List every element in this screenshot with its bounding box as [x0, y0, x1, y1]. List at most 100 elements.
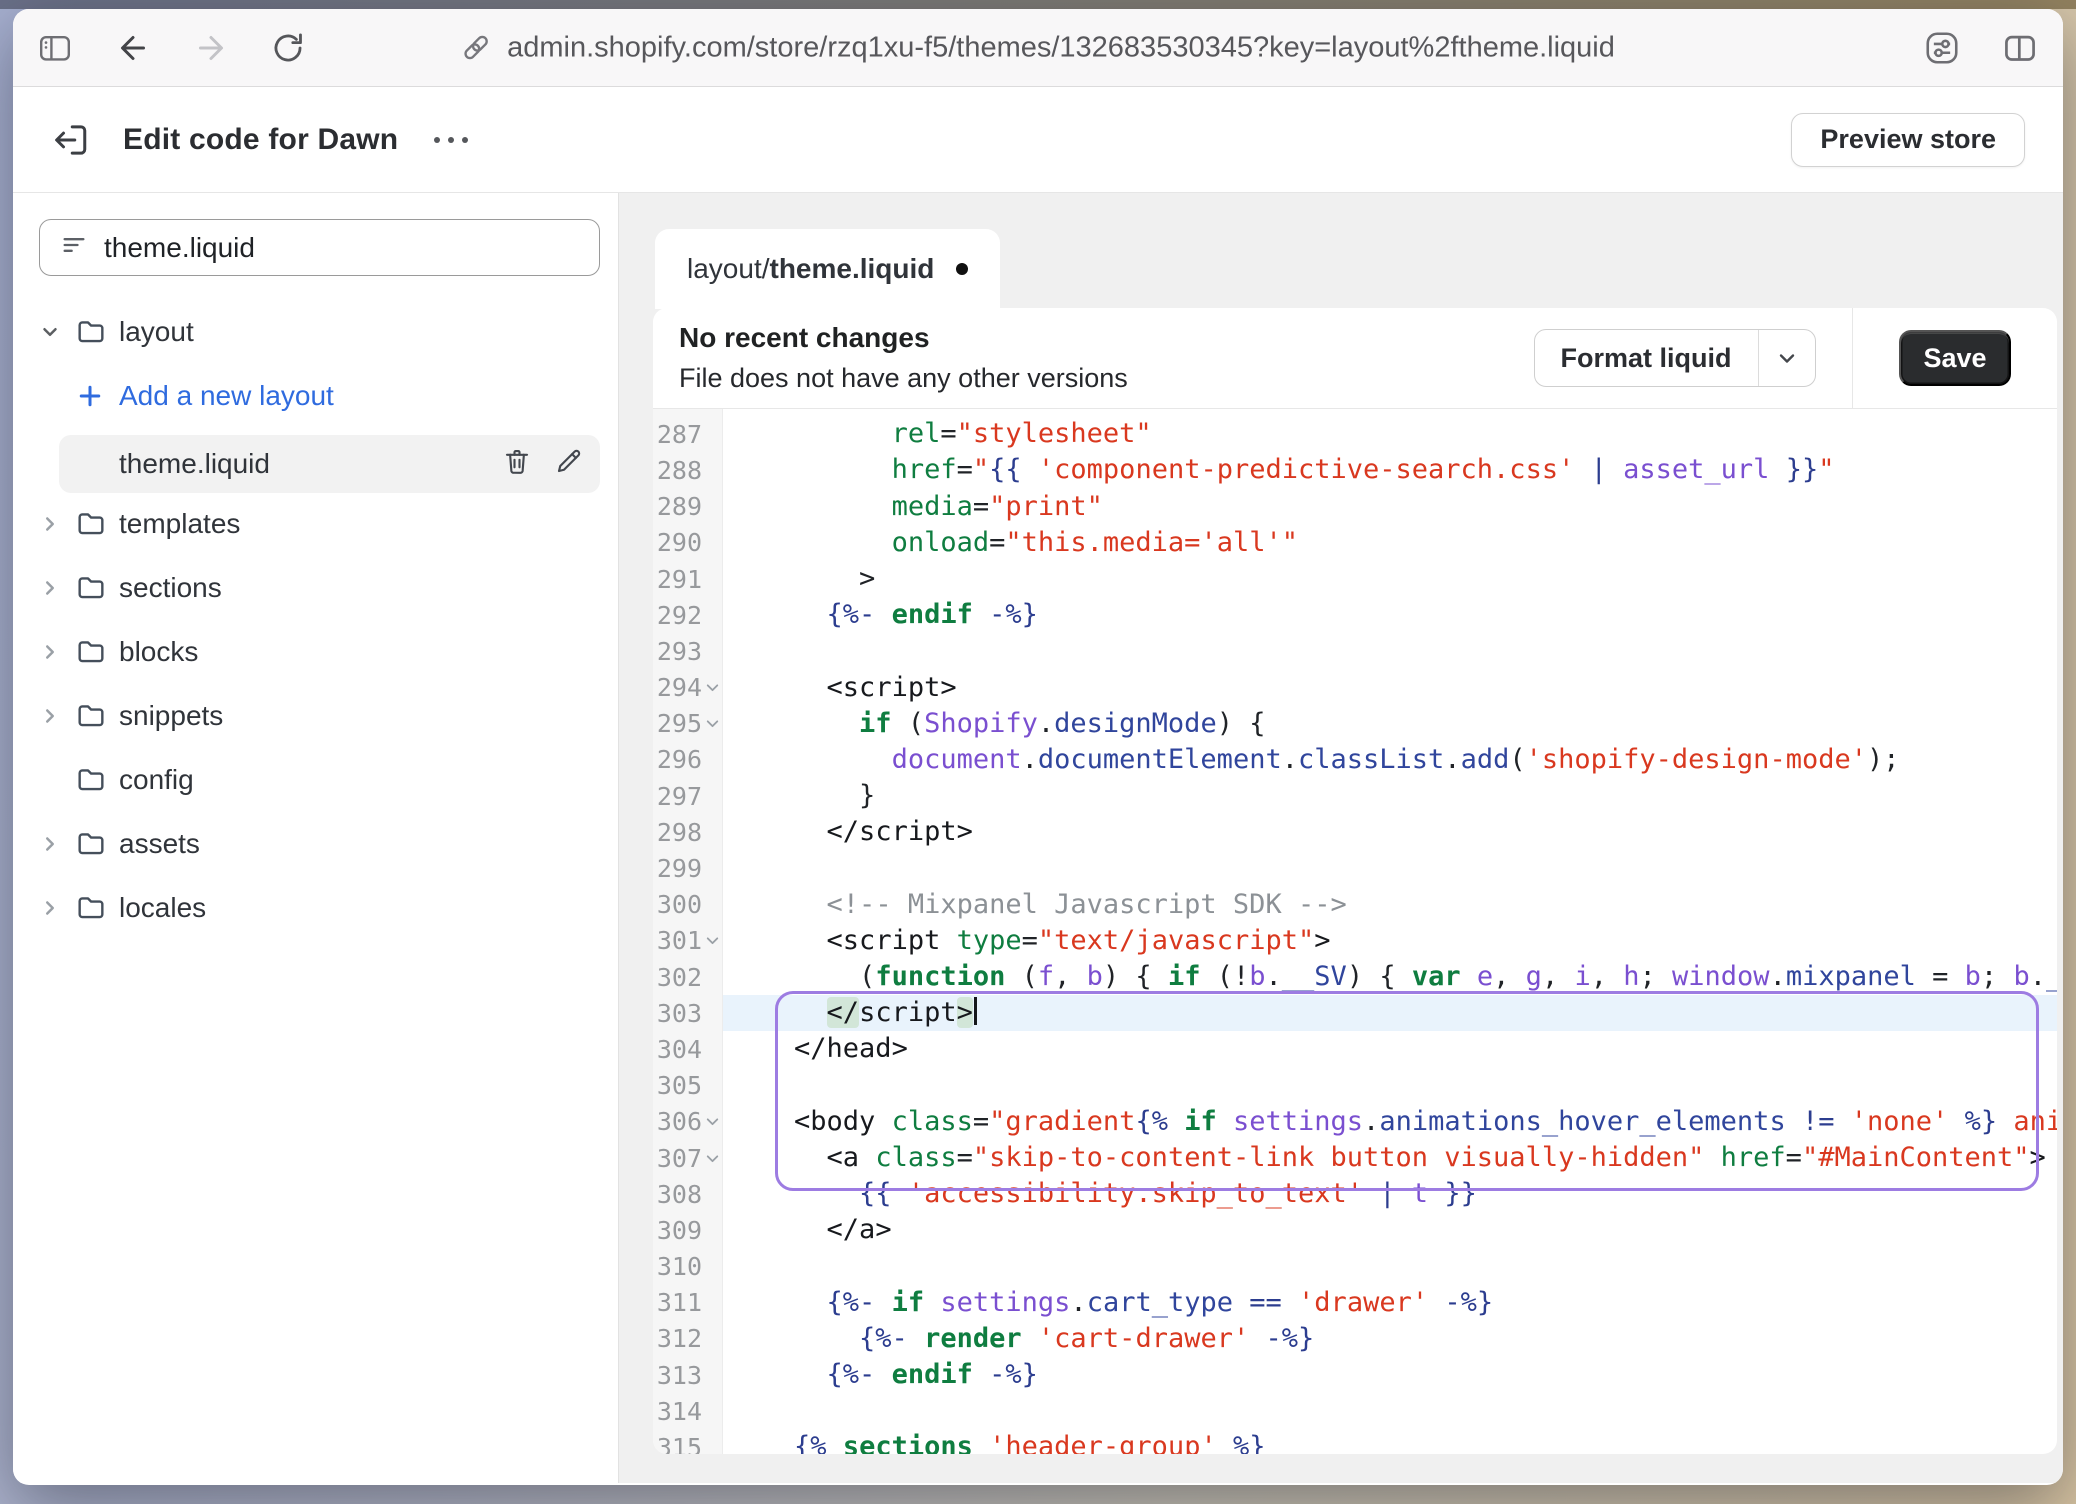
- sidebar-item-blocks[interactable]: blocks: [39, 627, 600, 677]
- file-search-input[interactable]: theme.liquid: [39, 219, 600, 276]
- trash-icon[interactable]: [502, 446, 532, 483]
- code-line-292[interactable]: 292 {%- endif -%}: [653, 597, 2057, 633]
- format-options-button[interactable]: [1758, 330, 1815, 386]
- code-line-294[interactable]: 294 <script>: [653, 670, 2057, 706]
- more-icon[interactable]: [424, 127, 478, 153]
- code-line-298[interactable]: 298 </script>: [653, 814, 2057, 850]
- sidebar-item-templates[interactable]: templates: [39, 499, 600, 549]
- code-line-289[interactable]: 289 media="print": [653, 489, 2057, 525]
- reload-icon[interactable]: [271, 31, 305, 65]
- exit-icon[interactable]: [51, 120, 91, 160]
- code-text[interactable]: <script type="text/javascript">: [723, 923, 2057, 959]
- chevron-right-icon[interactable]: [39, 641, 75, 663]
- code-text[interactable]: {%- endif -%}: [723, 597, 2057, 633]
- code-text[interactable]: </a>: [723, 1212, 2057, 1248]
- code-line-300[interactable]: 300 <!-- Mixpanel Javascript SDK -->: [653, 887, 2057, 923]
- fold-toggle-icon[interactable]: [702, 706, 722, 742]
- back-icon[interactable]: [115, 30, 151, 66]
- pencil-icon[interactable]: [554, 446, 584, 483]
- code-line-307[interactable]: 307 <a class="skip-to-content-link butto…: [653, 1140, 2057, 1176]
- code-text[interactable]: {{ 'accessibility.skip_to_text' | t }}: [723, 1176, 2057, 1212]
- address-bar[interactable]: admin.shopify.com/store/rzq1xu-f5/themes…: [461, 31, 1615, 64]
- code-text[interactable]: {%- endif -%}: [723, 1357, 2057, 1393]
- code-text[interactable]: document.documentElement.classList.add('…: [723, 742, 2057, 778]
- code-text[interactable]: [723, 1068, 2057, 1104]
- code-text[interactable]: rel="stylesheet": [723, 416, 2057, 452]
- code-line-310[interactable]: 310: [653, 1249, 2057, 1285]
- code-line-306[interactable]: 306 <body class="gradient{% if settings.…: [653, 1104, 2057, 1140]
- chevron-right-icon[interactable]: [39, 897, 75, 919]
- code-line-313[interactable]: 313 {%- endif -%}: [653, 1357, 2057, 1393]
- code-line-312[interactable]: 312 {%- render 'cart-drawer' -%}: [653, 1321, 2057, 1357]
- code-text[interactable]: [723, 633, 2057, 669]
- code-text[interactable]: <script>: [723, 670, 2057, 706]
- sidebar-item-locales[interactable]: locales: [39, 883, 600, 933]
- sidebar-item-config[interactable]: config: [39, 755, 600, 805]
- code-line-304[interactable]: 304 </head>: [653, 1031, 2057, 1067]
- code-text[interactable]: media="print": [723, 489, 2057, 525]
- code-line-299[interactable]: 299: [653, 850, 2057, 886]
- chevron-down-icon[interactable]: [39, 321, 75, 343]
- format-liquid-button[interactable]: Format liquid: [1534, 329, 1816, 387]
- code-line-302[interactable]: 302 (function (f, b) { if (!b.__SV) { va…: [653, 959, 2057, 995]
- code-line-303[interactable]: 303 </script>: [653, 995, 2057, 1031]
- sidebar-toggle-icon[interactable]: [37, 30, 73, 66]
- sidebar-item-assets[interactable]: assets: [39, 819, 600, 869]
- forward-icon[interactable]: [193, 30, 229, 66]
- code-text[interactable]: {% sections 'header-group' %}: [723, 1429, 2057, 1454]
- code-text[interactable]: <link: [723, 409, 2057, 416]
- code-line-311[interactable]: 311 {%- if settings.cart_type == 'drawer…: [653, 1285, 2057, 1321]
- preview-store-button[interactable]: Preview store: [1791, 113, 2025, 167]
- code-line-296[interactable]: 296 document.documentElement.classList.a…: [653, 742, 2057, 778]
- sidebar-item-theme-liquid[interactable]: theme.liquid: [59, 435, 600, 493]
- code-text[interactable]: (function (f, b) { if (!b.__SV) { var e,…: [723, 959, 2057, 995]
- code-text[interactable]: >: [723, 561, 2057, 597]
- code-line-291[interactable]: 291 >: [653, 561, 2057, 597]
- code-text[interactable]: </script>: [723, 995, 2057, 1031]
- code-text[interactable]: <!-- Mixpanel Javascript SDK -->: [723, 887, 2057, 923]
- fold-toggle-icon[interactable]: [702, 1104, 722, 1140]
- fold-toggle-icon[interactable]: [702, 1140, 722, 1176]
- save-button[interactable]: Save: [1899, 330, 2011, 386]
- code-editor[interactable]: 286 <link287 rel="stylesheet"288 href="{…: [653, 409, 2057, 1454]
- code-text[interactable]: </head>: [723, 1031, 2057, 1067]
- code-line-287[interactable]: 287 rel="stylesheet": [653, 416, 2057, 452]
- split-view-icon[interactable]: [2001, 29, 2039, 67]
- tab-theme-liquid[interactable]: layout/theme.liquid: [655, 229, 1000, 309]
- code-line-290[interactable]: 290 onload="this.media='all'": [653, 525, 2057, 561]
- chevron-right-icon[interactable]: [39, 705, 75, 727]
- code-line-288[interactable]: 288 href="{{ 'component-predictive-searc…: [653, 452, 2057, 488]
- code-text[interactable]: href="{{ 'component-predictive-search.cs…: [723, 452, 2057, 488]
- code-text[interactable]: [723, 850, 2057, 886]
- code-line-315[interactable]: 315 {% sections 'header-group' %}: [653, 1429, 2057, 1454]
- sidebar-item-sections[interactable]: sections: [39, 563, 600, 613]
- code-text[interactable]: {%- if settings.cart_type == 'drawer' -%…: [723, 1285, 2057, 1321]
- code-text[interactable]: {%- render 'cart-drawer' -%}: [723, 1321, 2057, 1357]
- code-text[interactable]: <body class="gradient{% if settings.anim…: [723, 1104, 2057, 1140]
- chevron-right-icon[interactable]: [39, 513, 75, 535]
- chevron-right-icon[interactable]: [39, 577, 75, 599]
- fold-toggle-icon[interactable]: [702, 923, 722, 959]
- code-line-293[interactable]: 293: [653, 633, 2057, 669]
- code-text[interactable]: </script>: [723, 814, 2057, 850]
- code-text[interactable]: <a class="skip-to-content-link button vi…: [723, 1140, 2057, 1176]
- sidebar-item-add-a-new-layout[interactable]: Add a new layout: [39, 371, 600, 421]
- code-line-309[interactable]: 309 </a>: [653, 1212, 2057, 1248]
- code-line-314[interactable]: 314: [653, 1393, 2057, 1429]
- code-text[interactable]: [723, 1393, 2057, 1429]
- code-line-297[interactable]: 297 }: [653, 778, 2057, 814]
- chevron-right-icon[interactable]: [39, 833, 75, 855]
- code-text[interactable]: if (Shopify.designMode) {: [723, 706, 2057, 742]
- page-settings-icon[interactable]: [1923, 29, 1961, 67]
- code-line-286[interactable]: 286 <link: [653, 409, 2057, 416]
- fold-toggle-icon[interactable]: [702, 670, 722, 706]
- code-line-295[interactable]: 295 if (Shopify.designMode) {: [653, 706, 2057, 742]
- code-line-308[interactable]: 308 {{ 'accessibility.skip_to_text' | t …: [653, 1176, 2057, 1212]
- code-text[interactable]: [723, 1249, 2057, 1285]
- sidebar-item-snippets[interactable]: snippets: [39, 691, 600, 741]
- code-line-305[interactable]: 305: [653, 1068, 2057, 1104]
- code-line-301[interactable]: 301 <script type="text/javascript">: [653, 923, 2057, 959]
- sidebar-item-layout[interactable]: layout: [39, 307, 600, 357]
- code-text[interactable]: }: [723, 778, 2057, 814]
- code-text[interactable]: onload="this.media='all'": [723, 525, 2057, 561]
